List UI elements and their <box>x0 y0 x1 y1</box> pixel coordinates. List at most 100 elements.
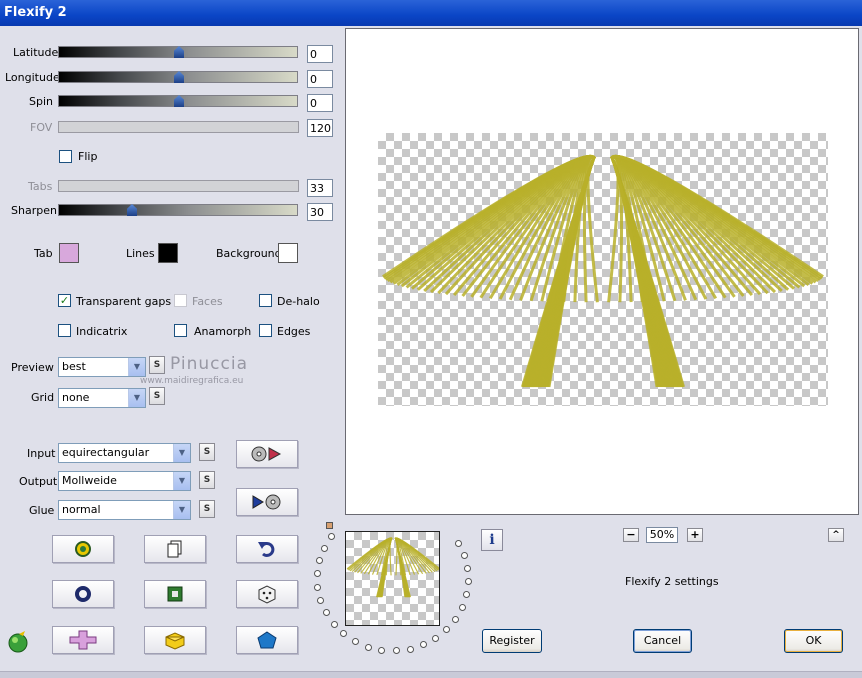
preview-s-button[interactable]: S <box>149 356 165 374</box>
flip-checkbox[interactable] <box>59 150 72 163</box>
fov-label: FOV <box>30 121 53 134</box>
copy-button[interactable] <box>144 535 206 563</box>
pentagon-button[interactable] <box>236 626 298 654</box>
de-halo-checkbox[interactable] <box>259 294 272 307</box>
ring-button[interactable] <box>52 580 114 608</box>
navigator-dot[interactable] <box>452 615 460 623</box>
tab-color-swatch[interactable] <box>59 243 79 263</box>
navigator-dot[interactable] <box>316 557 324 565</box>
longitude-field[interactable]: 0 <box>307 70 333 88</box>
chevron-down-icon[interactable]: ▼ <box>128 358 145 376</box>
glue-select-value: normal <box>62 503 101 516</box>
lines-color-swatch[interactable] <box>158 243 178 263</box>
navigator-dot[interactable] <box>454 539 462 547</box>
edges-checkbox[interactable] <box>259 324 272 337</box>
longitude-thumb[interactable] <box>174 71 184 83</box>
background-color-swatch[interactable] <box>278 243 298 263</box>
window-title: Flexify 2 <box>4 5 67 20</box>
navigator-dot[interactable] <box>463 591 471 599</box>
latitude-thumb[interactable] <box>174 46 184 58</box>
navigator-dot[interactable] <box>465 578 473 586</box>
lines-color-label: Lines <box>126 247 155 260</box>
output-label: Output <box>19 475 58 488</box>
sharpen-field[interactable]: 30 <box>307 203 333 221</box>
plus-shape-icon <box>69 630 97 650</box>
glue-label: Glue <box>29 504 55 517</box>
output-select[interactable]: Mollweide ▼ <box>58 471 191 491</box>
sharpen-slider[interactable] <box>58 204 298 216</box>
glue-s-button[interactable]: S <box>199 500 215 518</box>
grid-select-value: none <box>62 391 90 404</box>
square-frame-icon <box>167 586 183 602</box>
undo-button[interactable] <box>236 535 298 563</box>
cross-button[interactable] <box>52 626 114 654</box>
sharpen-thumb[interactable] <box>127 204 137 216</box>
zoom-field[interactable]: 50% <box>646 527 678 543</box>
anamorph-checkbox[interactable] <box>174 324 187 337</box>
zoom-in-button[interactable]: + <box>687 528 703 542</box>
navigator-thumbnail[interactable] <box>345 531 440 626</box>
indicatrix-checkbox[interactable] <box>58 324 71 337</box>
randomize-button[interactable] <box>52 535 114 563</box>
navigator-dot[interactable] <box>328 533 336 541</box>
input-s-button[interactable]: S <box>199 443 215 461</box>
spin-thumb[interactable] <box>174 95 184 107</box>
fov-field[interactable]: 120 <box>307 119 333 137</box>
latitude-slider[interactable] <box>58 46 298 58</box>
preview-canvas[interactable] <box>345 28 859 515</box>
glue-select[interactable]: normal ▼ <box>58 500 191 520</box>
grid-select[interactable]: none ▼ <box>58 388 146 408</box>
output-s-button[interactable]: S <box>199 471 215 489</box>
navigator-dot[interactable] <box>443 626 451 634</box>
navigator-dot[interactable] <box>364 643 372 651</box>
input-select[interactable]: equirectangular ▼ <box>58 443 191 463</box>
tabs-slider <box>58 180 299 192</box>
dialog-body: Latitude 0 Longitude 0 Spin 0 FOV 120 Fl… <box>0 26 862 678</box>
chevron-down-icon[interactable]: ▼ <box>173 501 190 519</box>
info-button[interactable]: i <box>481 529 503 551</box>
navigator-dot[interactable] <box>314 583 322 591</box>
navigator-dot[interactable] <box>322 609 330 617</box>
navigator-dot[interactable] <box>317 597 325 605</box>
spin-field[interactable]: 0 <box>307 94 333 112</box>
chevron-down-icon[interactable]: ▼ <box>173 472 190 490</box>
collapse-button[interactable]: ^ <box>828 528 844 542</box>
chevron-down-icon[interactable]: ▼ <box>173 444 190 462</box>
cancel-button[interactable]: Cancel <box>633 629 692 653</box>
navigator-dot[interactable] <box>392 647 400 655</box>
register-button[interactable]: Register <box>482 629 542 653</box>
navigator-dot[interactable] <box>330 620 338 628</box>
navigator-dot[interactable] <box>458 604 466 612</box>
navigator-dot[interactable] <box>340 630 348 638</box>
navigator-dot[interactable] <box>460 551 468 559</box>
dice-button[interactable] <box>236 580 298 608</box>
ok-button[interactable]: OK <box>784 629 843 653</box>
swap-input-button[interactable] <box>236 440 298 468</box>
navigator-dot[interactable] <box>464 564 472 572</box>
grid-s-button[interactable]: S <box>149 387 165 405</box>
preview-select-value: best <box>62 360 86 373</box>
longitude-label: Longitude <box>5 71 60 84</box>
frame-button[interactable] <box>144 580 206 608</box>
latitude-field[interactable]: 0 <box>307 45 333 63</box>
zoom-out-button[interactable]: − <box>623 528 639 542</box>
navigator-dot[interactable] <box>321 544 329 552</box>
spin-slider[interactable] <box>58 95 298 107</box>
ring-icon <box>75 586 91 602</box>
navigator-dot[interactable] <box>314 570 322 578</box>
cube-button[interactable] <box>144 626 206 654</box>
input-select-value: equirectangular <box>62 446 150 459</box>
navigator-dot[interactable] <box>419 641 427 649</box>
navigator-dot[interactable] <box>432 634 440 642</box>
preview-select[interactable]: best ▼ <box>58 357 146 377</box>
chevron-down-icon[interactable]: ▼ <box>128 389 145 407</box>
tabs-field[interactable]: 33 <box>307 179 333 197</box>
longitude-slider[interactable] <box>58 71 298 83</box>
navigator-dot[interactable] <box>351 637 359 645</box>
navigator-dot[interactable] <box>406 645 414 653</box>
transparent-gaps-checkbox[interactable]: ✓ <box>58 294 71 307</box>
faces-checkbox[interactable] <box>174 294 187 307</box>
navigator-handle[interactable] <box>326 522 333 529</box>
navigator-dot[interactable] <box>378 646 386 654</box>
swap-output-button[interactable] <box>236 488 298 516</box>
